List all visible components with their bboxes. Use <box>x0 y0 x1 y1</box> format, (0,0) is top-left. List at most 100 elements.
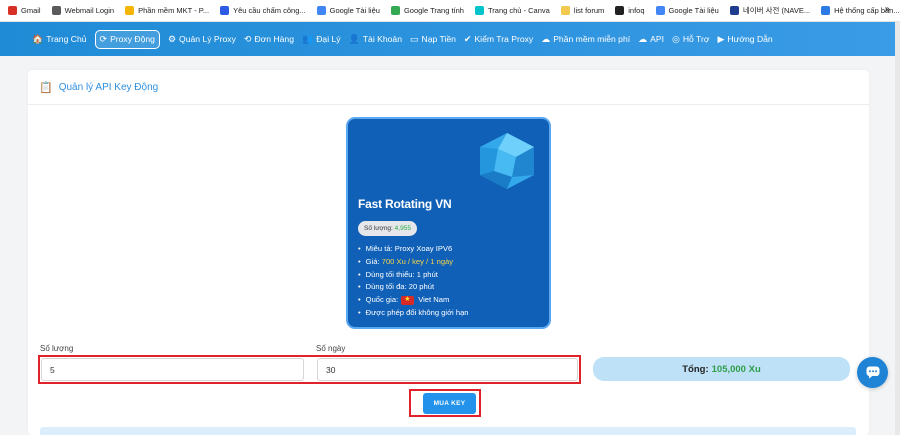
bookmark-label: list forum <box>573 6 605 15</box>
nav-icon: ▭ <box>409 33 419 44</box>
webmail-icon <box>51 6 61 15</box>
bookmark-item[interactable]: 네이버 사전 (NAVE... <box>729 5 811 16</box>
bookmarks-bar: Gmail Webmail Login Phần mềm MKT - P... Yêu… <box>0 0 900 22</box>
nav-label: Phần mềm miễn phí <box>553 34 631 44</box>
nav-label: Nạp Tiền <box>421 34 456 44</box>
nav-icon: ☁ <box>638 33 648 44</box>
bookmark-item[interactable]: Trang chủ - Canva <box>474 6 550 15</box>
bookmark-item[interactable]: list forum <box>560 6 605 15</box>
buy-key-button[interactable]: MUA KEY <box>423 393 476 414</box>
product-country: Quốc gia: Viet Nam <box>358 294 539 307</box>
product-name: Fast Rotating VN <box>358 197 452 211</box>
docs-icon <box>655 6 665 15</box>
nav-icon: ☁ <box>541 33 551 44</box>
nav-item[interactable]: ▭ Nạp Tiền <box>410 34 456 45</box>
product-price: Giá: 700 Xu / key / 1 ngày <box>358 256 539 269</box>
nav-item[interactable]: 🏠 Trang Chủ <box>32 34 87 45</box>
card-header: 📋 Quản lý API Key Động <box>28 70 869 105</box>
quantity-label: Số lượng <box>40 344 74 353</box>
stock-label: Số lượng: <box>364 225 393 232</box>
stock-badge: Số lượng: 4,955 <box>358 221 417 236</box>
country-value: Viet Nam <box>418 295 450 305</box>
bookmark-label: Gmail <box>21 6 41 15</box>
bookmark-label: Phần mềm MKT - P... <box>138 6 210 15</box>
nav-label: Proxy Động <box>110 34 155 44</box>
bookmark-item[interactable]: Google Tài liệu <box>655 6 719 15</box>
nav-item[interactable]: ▶ Hướng Dẫn <box>717 34 772 45</box>
nav-label: Kiểm Tra Proxy <box>474 34 534 44</box>
product-card[interactable]: Fast Rotating VN Số lượng: 4,955 Miêu tả… <box>346 117 551 329</box>
bookmark-item[interactable]: Webmail Login <box>51 6 115 15</box>
bookmark-label: 네이버 사전 (NAVE... <box>742 6 811 15</box>
nav-item[interactable]: ✔ Kiểm Tra Proxy <box>464 34 533 45</box>
bookmark-item[interactable]: Google Trang tính <box>390 6 464 15</box>
quantity-input[interactable]: 5 <box>41 358 304 381</box>
nav-label: Đại Lý <box>316 34 341 44</box>
price-value: 700 Xu / key / 1 ngày <box>381 256 454 266</box>
nav-label: Đơn Hàng <box>254 34 294 44</box>
nav-item[interactable]: ⚙ Quản Lý Proxy <box>168 34 236 45</box>
total-value: 105,000 Xu <box>711 363 761 375</box>
price-label: Giá: <box>365 256 380 266</box>
naver-icon <box>729 6 739 15</box>
nav-item[interactable]: 👥 Đại Lý <box>302 34 341 45</box>
bookmark-label: Google Trang tính <box>403 6 464 15</box>
nav-icon: ▶ <box>717 33 725 44</box>
bookmark-label: infoq <box>628 6 645 15</box>
bookmark-item[interactable]: Phần mềm MKT - P... <box>125 6 209 15</box>
nav-icon: ⚙ <box>167 33 177 44</box>
nav-item[interactable]: ◎ Hỗ Trợ <box>672 34 710 45</box>
nav-item[interactable]: ⟲ Đơn Hàng <box>244 34 294 45</box>
nav-icon: ✔ <box>463 33 472 44</box>
nav-item[interactable]: 👤 Tài Khoản <box>349 34 402 45</box>
card-title: Quản lý API Key Động <box>58 81 159 93</box>
total-display: Tổng: 105,000 Xu <box>593 357 850 381</box>
nav-item[interactable]: ☁ Phần mềm miễn phí <box>541 34 630 45</box>
nav-item[interactable]: ⟳ Proxy Động <box>94 29 160 49</box>
canva-icon <box>474 6 484 15</box>
chat-icon <box>866 366 879 379</box>
bookmark-label: Google Tài liệu <box>668 6 719 15</box>
vietnam-flag-icon <box>401 294 415 306</box>
google-icon <box>390 6 400 15</box>
system-icon <box>821 6 831 15</box>
gem-icon <box>480 133 534 189</box>
gmail-icon <box>8 6 17 15</box>
infoq-icon <box>615 6 625 15</box>
days-label: Số ngày <box>316 344 346 353</box>
docs-icon <box>316 6 326 15</box>
product-max-use: Dùng tối đa: 20 phút <box>358 281 539 294</box>
product-unlimited: Được phép đổi không giới hạn <box>358 307 539 320</box>
total-label: Tổng: <box>682 363 709 375</box>
days-input[interactable]: 30 <box>317 358 578 381</box>
nav-item[interactable]: ☁ API <box>638 34 664 45</box>
bookmark-label: Google Tài liệu <box>329 6 380 15</box>
nav-icon: 👥 <box>302 33 314 44</box>
nav-icon: ⟳ <box>99 33 108 44</box>
nav-icon: 🏠 <box>32 33 44 44</box>
bookmark-item[interactable]: infoq <box>615 6 645 15</box>
nav-label: API <box>650 34 664 44</box>
form-icon <box>220 6 230 15</box>
bookmark-label: Yêu cầu chấm công... <box>233 6 306 15</box>
nav-icon: ⟲ <box>243 33 252 44</box>
product-desc: Miêu tả: Proxy Xoay IPV6 <box>358 243 539 256</box>
clipboard-icon: 📋 <box>39 81 53 94</box>
drive-icon <box>125 6 135 15</box>
nav-label: Trang Chủ <box>46 34 87 44</box>
page-scrollbar[interactable] <box>895 22 900 435</box>
nav-label: Hỗ Trợ <box>682 34 710 44</box>
bookmark-item[interactable]: Yêu cầu chấm công... <box>220 6 306 15</box>
nav-icon: 👤 <box>348 33 360 44</box>
bookmark-item[interactable]: Gmail <box>8 6 41 15</box>
product-min-use: Dùng tối thiểu: 1 phút <box>358 269 539 282</box>
bookmark-label: Webmail Login <box>64 6 115 15</box>
bookmark-label: Trang chủ - Canva <box>487 6 550 15</box>
info-strip <box>40 427 856 435</box>
country-label: Quốc gia: <box>365 295 399 305</box>
nav-label: Hướng Dẫn <box>727 34 773 44</box>
chat-button[interactable] <box>857 357 888 388</box>
stock-value: 4,955 <box>394 225 411 232</box>
bookmarks-more-button[interactable]: » <box>884 4 890 15</box>
bookmark-item[interactable]: Google Tài liệu <box>316 6 380 15</box>
